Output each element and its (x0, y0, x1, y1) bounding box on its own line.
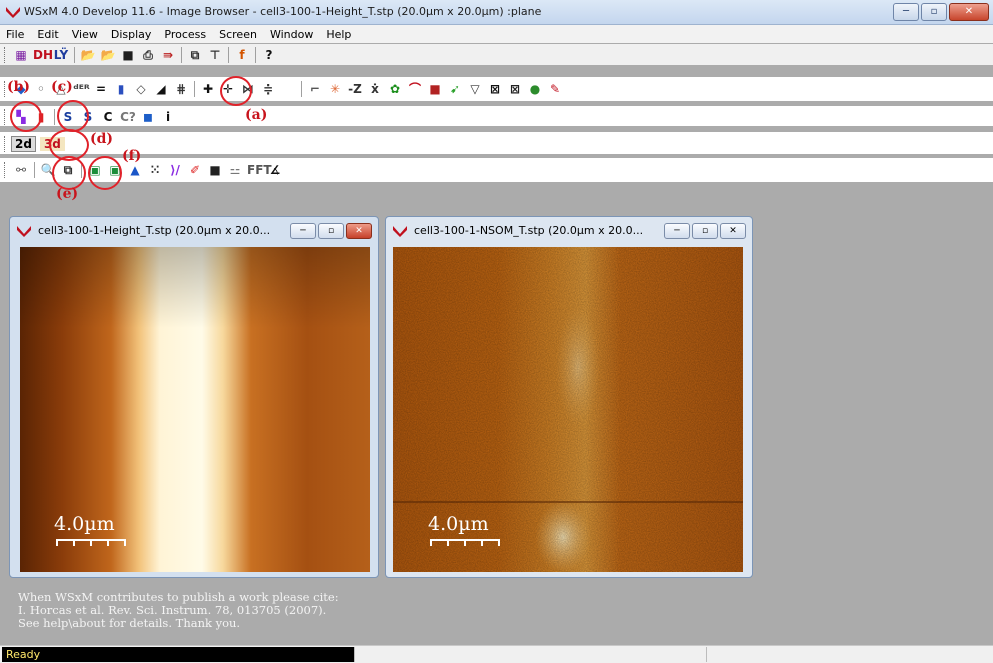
menu-screen[interactable]: Screen (213, 28, 264, 41)
toolbar-main: ▦ DH LŸ 📂 📂 ■ ⎙ ⇛ ⧉ ⊤ f? (0, 44, 993, 65)
menu-window[interactable]: Window (264, 28, 320, 41)
plane-icon[interactable]: ◢ (153, 81, 169, 97)
save-icon[interactable]: ■ (120, 47, 136, 63)
title-bar: WSxM 4.0 Develop 11.6 - Image Browser - … (0, 0, 993, 25)
square-icon[interactable]: ■ (427, 81, 443, 97)
annotation-label-c: (c) (51, 79, 73, 95)
star-icon[interactable]: ✳ (327, 81, 343, 97)
dots-icon[interactable]: ⁙ (147, 162, 163, 178)
wsxm-logo-icon (6, 7, 20, 18)
cube-icon[interactable]: ◼ (140, 109, 156, 125)
brush-icon[interactable]: ✎ (547, 81, 563, 97)
menu-bar: File Edit View Display Process Screen Wi… (0, 25, 993, 43)
open-folder-icon[interactable]: 📂 (80, 47, 96, 63)
close-button[interactable]: ✕ (949, 3, 989, 21)
menu-process[interactable]: Process (158, 28, 213, 41)
menu-display[interactable]: Display (105, 28, 159, 41)
curve-icon[interactable]: ⟩/ (167, 162, 183, 178)
open-folder2-icon[interactable]: 📂 (100, 47, 116, 63)
citation-text: When WSxM contributes to publish a work … (18, 590, 339, 630)
blank-icon[interactable] (280, 81, 296, 97)
diamond-icon[interactable]: ◇ (133, 81, 149, 97)
close-button[interactable]: ✕ (720, 223, 746, 239)
ly-icon[interactable]: LŸ (53, 47, 69, 63)
equal-icon[interactable]: = (93, 81, 109, 97)
maximize-button[interactable]: ▫ (921, 3, 947, 21)
print-icon[interactable]: ⎙ (140, 47, 156, 63)
annotation-label-d: (d) (90, 131, 114, 147)
camera-icon[interactable]: ■ (207, 162, 223, 178)
mountain-icon[interactable]: ▲ (127, 162, 143, 178)
profile-icon[interactable]: ⌐ (307, 81, 323, 97)
tree-icon[interactable]: ✿ (387, 81, 403, 97)
image-window-nsom[interactable]: cell3-100-1-NSOM_T.stp (20.0µm x 20.0...… (385, 216, 753, 578)
annotation-label-a: (a) (245, 107, 268, 123)
x-box-icon[interactable]: ⊠ (487, 81, 503, 97)
grid-icon[interactable]: ▦ (13, 47, 29, 63)
scale-label: 4.0µm (428, 513, 489, 535)
minimize-button[interactable]: ─ (893, 3, 919, 21)
restore-button[interactable]: ▫ (318, 223, 344, 239)
copy-icon[interactable]: ⧉ (187, 47, 203, 63)
bars-icon[interactable]: ⚍ (227, 162, 243, 178)
window-title: cell3-100-1-Height_T.stp (20.0µm x 20.0.… (38, 224, 271, 237)
wsxm-logo-icon (393, 226, 407, 237)
minimize-button[interactable]: ─ (664, 223, 690, 239)
annotation-label-f: (f) (122, 148, 142, 164)
window-title: cell3-100-1-NSOM_T.stp (20.0µm x 20.0... (414, 224, 644, 237)
toolbar-process: ◆ ◦ △ ᵈᴱᴿ = ▮ ◇ ◢ ⋕ ✚ ✛ ⋈ ≑ ⌐ ✳ -Z ẋ ✿ ⌒ ■ ➹ ▽ ⊠ ⊠ ● ✎ (0, 77, 993, 101)
menu-edit[interactable]: Edit (31, 28, 65, 41)
annotation-circle-b (10, 101, 42, 132)
status-text: Ready (2, 647, 354, 662)
view-2d-button[interactable]: 2d (11, 136, 36, 152)
menu-file[interactable]: File (0, 28, 31, 41)
arrow-icon[interactable]: ➹ (447, 81, 463, 97)
i-icon[interactable]: i (160, 109, 176, 125)
angle-icon[interactable]: ∡ (267, 162, 283, 178)
menu-help[interactable]: Help (320, 28, 358, 41)
window-title: WSxM 4.0 Develop 11.6 - Image Browser - … (24, 5, 542, 18)
restore-button[interactable]: ▫ (692, 223, 718, 239)
info-icon[interactable]: ⇛ (160, 47, 176, 63)
annotation-circle-a (220, 76, 252, 106)
filter-icon[interactable]: ◦ (33, 81, 49, 97)
fft-icon[interactable]: FFT (247, 162, 272, 178)
function-icon[interactable]: f (234, 47, 250, 63)
annotation-circle-e (52, 156, 86, 190)
minimize-button[interactable]: ─ (290, 223, 316, 239)
scale-label: 4.0µm (54, 513, 115, 535)
toolbar-tools: ⚯ 🔍 ⧉ ▣ ▣ ▲ ⁙ ⟩/✐ ■ ⚍ FFT ∡ (0, 158, 993, 182)
annotation-label-b: (b) (7, 79, 31, 95)
annotation-circle-c (57, 100, 89, 132)
toolbar-color: ▚ ▮ S S C C? ◼ i (0, 106, 993, 126)
arc-icon[interactable]: ⌒ (407, 81, 423, 97)
toolbar-view: 2d 3d (0, 132, 993, 154)
annotation-label-e: (e) (56, 186, 79, 202)
flip-icon[interactable]: ≑ (260, 81, 276, 97)
funnel-icon[interactable]: ▽ (467, 81, 483, 97)
menu-view[interactable]: View (66, 28, 105, 41)
help-icon[interactable]: ? (261, 47, 277, 63)
dh-icon[interactable]: DH (33, 47, 53, 63)
x-box2-icon[interactable]: ⊠ (507, 81, 523, 97)
c-icon[interactable]: C (100, 109, 116, 125)
close-button[interactable]: ✕ (346, 223, 372, 239)
flow-icon[interactable]: ⚯ (13, 162, 29, 178)
wsxm-logo-icon (17, 226, 31, 237)
palette-icon[interactable]: ▮ (113, 81, 129, 97)
green-disc-icon[interactable]: ● (527, 81, 543, 97)
z-icon[interactable]: -Z (347, 81, 363, 97)
network-icon[interactable]: ⊤ (207, 47, 223, 63)
status-bar: Ready (0, 645, 993, 663)
pen-icon[interactable]: ✐ (187, 162, 203, 178)
grid2-icon[interactable]: ⋕ (173, 81, 189, 97)
annotation-circle-f (88, 156, 122, 190)
c-question-icon[interactable]: C? (120, 109, 136, 125)
deriv-icon[interactable]: ᵈᴱᴿ (73, 81, 90, 97)
image-window-height[interactable]: cell3-100-1-Height_T.stp (20.0µm x 20.0.… (9, 216, 379, 578)
xy-icon[interactable]: ẋ (367, 81, 383, 97)
cross-icon[interactable]: ✚ (200, 81, 216, 97)
